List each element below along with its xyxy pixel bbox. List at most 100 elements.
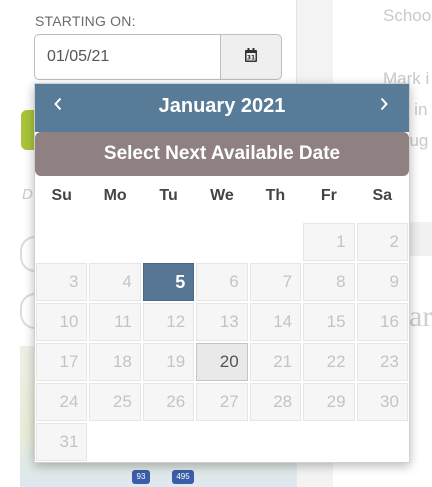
chevron-right-icon (379, 97, 389, 116)
calendar-day[interactable]: 22 (302, 342, 355, 382)
calendar-day[interactable]: 10 (35, 302, 88, 342)
calendar-day-label: 22 (303, 343, 355, 381)
calendar-day-label: 17 (36, 343, 88, 381)
calendar-day-label: 18 (89, 343, 141, 381)
calendar-empty-slot (357, 423, 408, 461)
calendar-day-label: 29 (303, 383, 355, 421)
calendar-week-row: 10 11 12 13 14 15 16 (35, 302, 409, 342)
map-shield-495: 495 (172, 470, 194, 484)
calendar-day-label: 8 (303, 263, 355, 301)
calendar-day-label: 28 (249, 383, 302, 421)
calendar-empty-cell (142, 422, 195, 462)
calendar-day[interactable]: 30 (356, 382, 409, 422)
calendar-day-label: 19 (142, 343, 195, 381)
calendar-day[interactable]: 23 (356, 342, 409, 382)
calendar-day[interactable]: 21 (249, 342, 302, 382)
calendar-day-label: 1 (303, 223, 355, 261)
calendar-day[interactable]: 29 (302, 382, 355, 422)
calendar-empty-cell (142, 222, 195, 262)
calendar-day-label: 15 (303, 303, 355, 341)
calendar-day-label: 12 (142, 303, 195, 341)
calendar-day[interactable]: 11 (88, 302, 141, 342)
calendar-day[interactable]: 14 (249, 302, 302, 342)
map-shield-93: 93 (132, 470, 150, 484)
calendar-day[interactable]: 9 (356, 262, 409, 302)
calendar-empty-cell (35, 222, 88, 262)
calendar-empty-slot (89, 423, 140, 461)
calendar-day-label: 30 (356, 383, 408, 421)
calendar-empty-cell (249, 222, 302, 262)
calendar-grid: 1 2 3 4 5 6 7 8 9 10 11 12 13 14 15 16 17 18 19 20 21 22 23 24 2… (35, 222, 409, 462)
calendar-day-label: 6 (196, 263, 248, 301)
calendar-day[interactable]: 8 (302, 262, 355, 302)
calendar-empty-slot (89, 223, 140, 261)
calendar-day[interactable]: 13 (195, 302, 248, 342)
calendar-day[interactable]: 31 (35, 422, 88, 462)
calendar-day[interactable]: 19 (142, 342, 195, 382)
calendar-empty-slot (196, 423, 247, 461)
calendar-empty-cell (249, 422, 302, 462)
calendar-day[interactable]: 6 (195, 262, 248, 302)
datepicker-header: January 2021 (35, 84, 409, 132)
weekday-mo: Mo (103, 187, 127, 204)
calendar-button[interactable]: 31 (220, 34, 282, 80)
weekday-su: Su (51, 187, 72, 204)
calendar-day-label: 25 (89, 383, 141, 421)
calendar-day[interactable]: 26 (142, 382, 195, 422)
calendar-day-label: 3 (36, 263, 88, 301)
calendar-empty-cell (88, 222, 141, 262)
calendar-day-label: 2 (356, 223, 408, 261)
calendar-empty-cell (302, 422, 355, 462)
calendar-day[interactable]: 28 (249, 382, 302, 422)
calendar-empty-cell (88, 422, 141, 462)
calendar-day[interactable]: 1 (302, 222, 355, 262)
calendar-day-label: 24 (36, 383, 88, 421)
calendar-day[interactable]: 18 (88, 342, 141, 382)
calendar-empty-slot (143, 423, 194, 461)
start-date-input[interactable] (34, 34, 222, 80)
weekday-tu: Tu (159, 187, 178, 204)
bg-text-schoo: Schoo (383, 6, 432, 25)
select-next-available-date-button[interactable]: Select Next Available Date (35, 132, 409, 176)
calendar-day[interactable]: 25 (88, 382, 141, 422)
calendar-empty-slot (250, 223, 301, 261)
calendar-week-row: 17 18 19 20 21 22 23 (35, 342, 409, 382)
svg-text:31: 31 (247, 54, 255, 61)
calendar-day-selected[interactable]: 5 (142, 262, 195, 302)
calendar-day-label: 13 (196, 303, 248, 341)
calendar-day-label: 14 (249, 303, 302, 341)
calendar-day[interactable]: 15 (302, 302, 355, 342)
calendar-empty-cell (195, 222, 248, 262)
calendar-day[interactable]: 4 (88, 262, 141, 302)
bg-ghost-label: D (22, 186, 33, 203)
month-title: January 2021 (158, 95, 286, 117)
calendar-day[interactable]: 20 (195, 342, 248, 382)
calendar-day-label: 10 (36, 303, 88, 341)
bg-heading-fragment: ar (409, 300, 432, 333)
calendar-day-label: 7 (249, 263, 302, 301)
next-month-button[interactable] (371, 93, 397, 119)
calendar-empty-slot (250, 423, 301, 461)
calendar-week-row: 3456789 (35, 262, 409, 302)
calendar-day[interactable]: 17 (35, 342, 88, 382)
weekday-fr: Fr (320, 187, 337, 204)
calendar-empty-slot (36, 223, 87, 261)
calendar-day-label: 9 (356, 263, 408, 301)
calendar-day[interactable]: 7 (249, 262, 302, 302)
calendar-day[interactable]: 27 (195, 382, 248, 422)
weekday-header-row: Su Mo Tu We Th Fr Sa (35, 187, 409, 211)
calendar-day-label: 31 (36, 423, 88, 461)
calendar-empty-cell (356, 422, 409, 462)
calendar-day-label: 21 (249, 343, 302, 381)
calendar-day-label: 5 (142, 263, 195, 301)
calendar-week-row: 12 (35, 222, 409, 262)
calendar-empty-cell (195, 422, 248, 462)
calendar-day-label: 11 (89, 303, 141, 341)
calendar-day[interactable]: 16 (356, 302, 409, 342)
calendar-day[interactable]: 12 (142, 302, 195, 342)
calendar-day[interactable]: 2 (356, 222, 409, 262)
calendar-day-label: 16 (356, 303, 408, 341)
calendar-icon: 31 (245, 47, 257, 67)
calendar-day[interactable]: 3 (35, 262, 88, 302)
calendar-day[interactable]: 24 (35, 382, 88, 422)
